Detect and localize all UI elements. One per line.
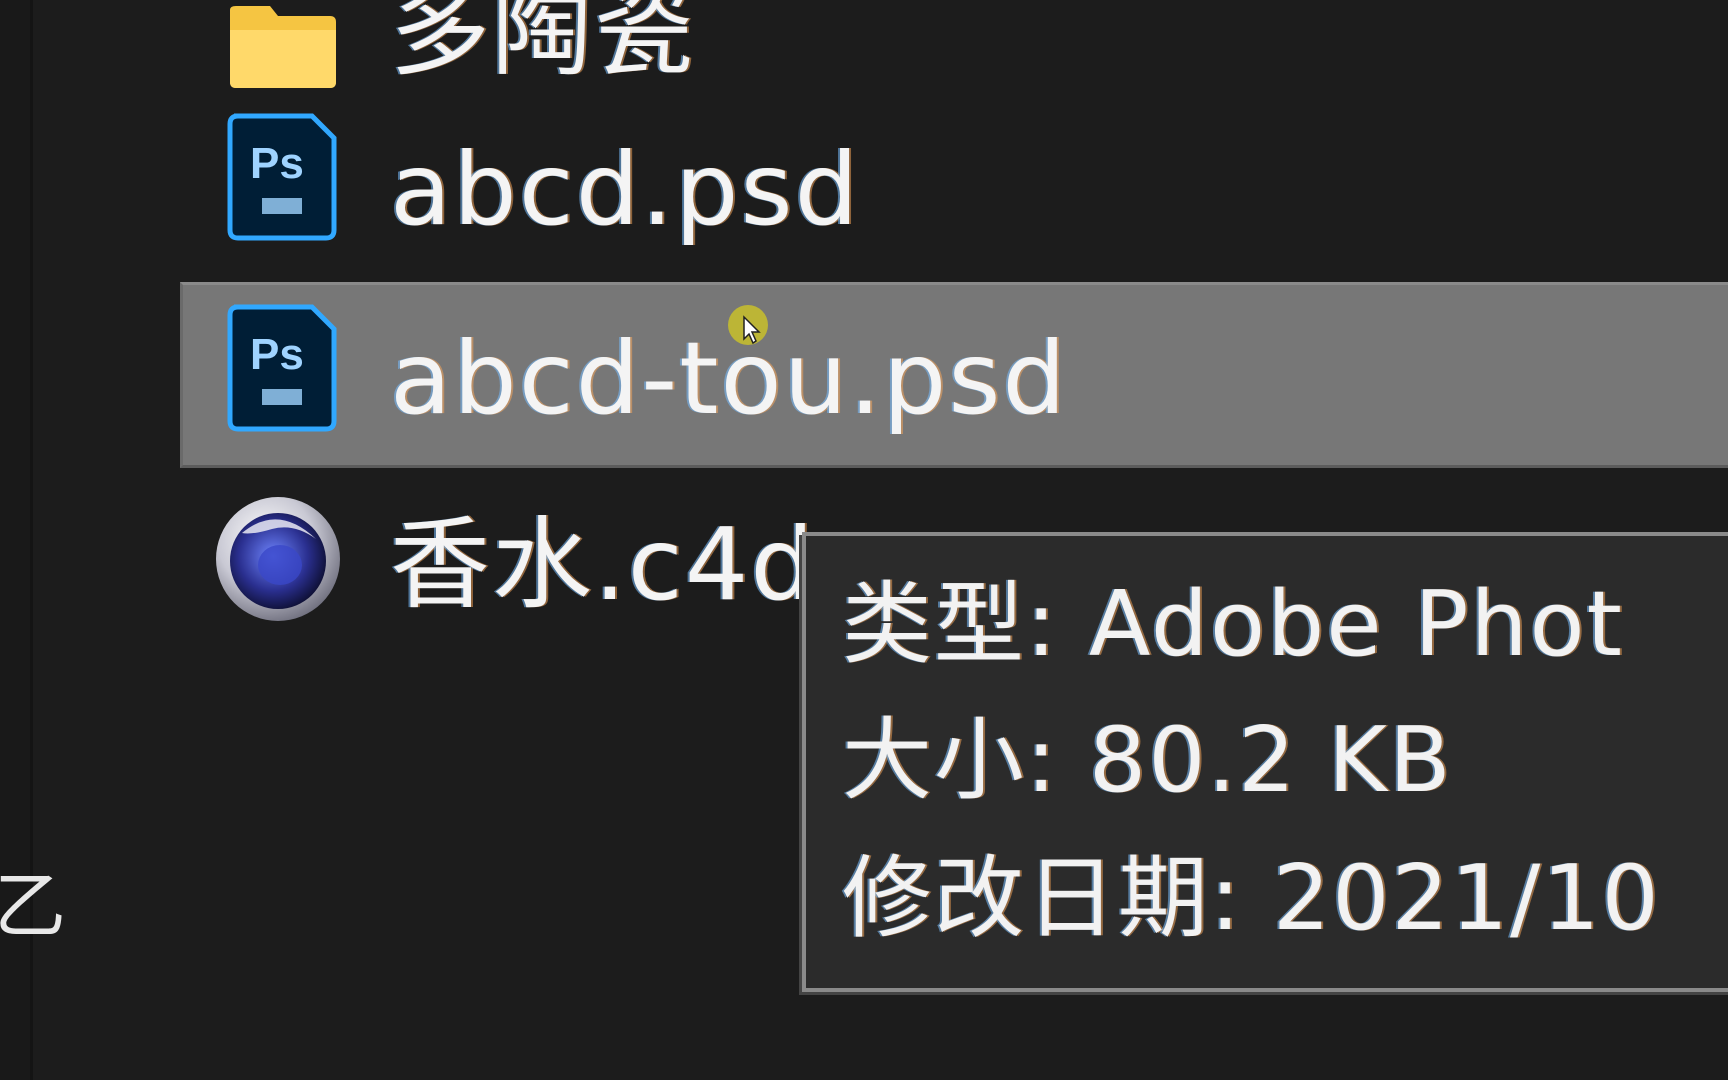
tooltip-size: 大小: 80.2 KB	[842, 708, 1453, 813]
file-name: abcd.psd	[390, 131, 861, 248]
tooltip-modified-date: 修改日期: 2021/10	[842, 846, 1661, 951]
list-item-abcd-psd[interactable]: Ps abcd.psd	[180, 100, 1728, 286]
svg-text:Ps: Ps	[250, 330, 304, 379]
cinema4d-file-icon	[216, 497, 340, 621]
list-item-abcd-tou-psd[interactable]: Ps abcd-tou.psd	[180, 282, 1728, 468]
folder-icon	[230, 6, 336, 88]
file-name: 多陶瓷	[390, 0, 696, 90]
tooltip-type: 类型: Adobe Phot	[842, 572, 1624, 677]
list-item-folder[interactable]: 多陶瓷	[180, 0, 1728, 112]
navigation-pane[interactable]: 乙	[0, 0, 66, 1080]
nav-pane-label-fragment: 乙	[0, 864, 67, 948]
file-info-tooltip: 类型: Adobe Phot 大小: 80.2 KB 修改日期: 2021/10	[802, 532, 1728, 992]
photoshop-file-icon: Ps	[227, 113, 337, 241]
photoshop-file-icon: Ps	[227, 304, 337, 432]
file-explorer-window: 乙 多陶瓷 Ps abcd.psd Ps abcd-tou.psd 香水.c4d…	[0, 0, 1728, 1080]
mouse-cursor-icon	[728, 305, 768, 345]
file-name: 香水.c4d	[390, 506, 816, 623]
svg-text:Ps: Ps	[250, 139, 304, 188]
